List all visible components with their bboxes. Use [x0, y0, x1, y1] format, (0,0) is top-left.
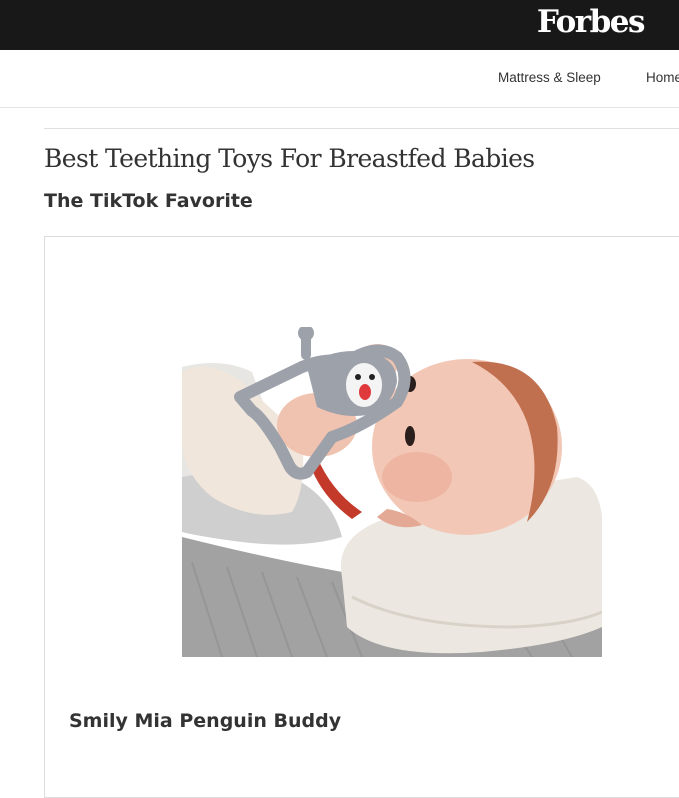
nav-item-home[interactable]: Home — [646, 70, 679, 85]
product-image[interactable] — [182, 327, 602, 657]
top-header-bar: Forbes — [0, 0, 679, 50]
section-divider — [44, 128, 679, 129]
article-title: Best Teething Toys For Breastfed Babies — [44, 144, 535, 173]
product-card: Smily Mia Penguin Buddy — [44, 236, 679, 798]
nav-item-mattress-sleep[interactable]: Mattress & Sleep — [498, 70, 601, 85]
product-name[interactable]: Smily Mia Penguin Buddy — [69, 710, 341, 732]
forbes-logo[interactable]: Forbes — [537, 2, 646, 42]
section-label: The TikTok Favorite — [44, 190, 253, 212]
section-nav-bar: Mattress & Sleep Home — [0, 50, 679, 108]
